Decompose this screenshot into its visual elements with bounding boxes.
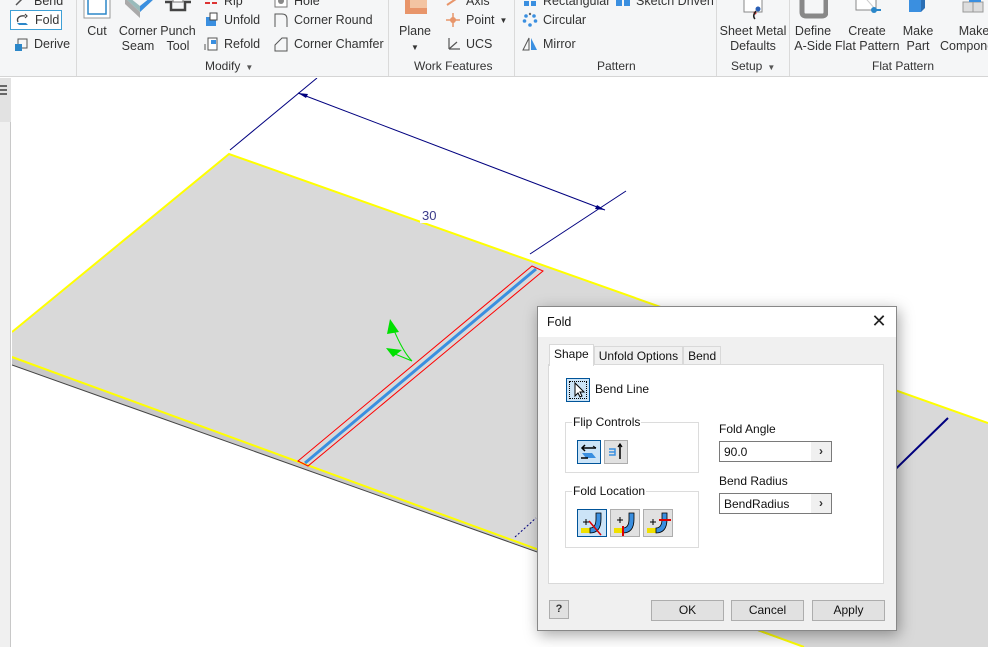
- define-a-side-icon: [798, 0, 829, 22]
- bend-line-select-button[interactable]: [566, 378, 590, 402]
- bend-radius-label: Bend Radius: [719, 474, 788, 488]
- punch-tool-icon: [163, 0, 193, 22]
- axis-icon: [445, 0, 461, 9]
- flip-side-icon: [580, 444, 597, 459]
- cursor-arrow-icon: [574, 381, 586, 398]
- fold-angle-input[interactable]: 90.0 ›: [719, 441, 832, 462]
- corner-round-button[interactable]: Corner Round: [270, 10, 376, 30]
- fold-location-end-button[interactable]: [643, 509, 673, 537]
- point-icon: [445, 12, 461, 28]
- rectangular-pattern-icon: [522, 0, 538, 9]
- fold-button[interactable]: Fold: [10, 10, 62, 30]
- mirror-icon: [522, 36, 538, 52]
- fold-angle-label: Fold Angle: [719, 422, 776, 436]
- fold-end-icon: [647, 512, 671, 534]
- sketch-driven-pattern-button[interactable]: Sketch Driven: [612, 0, 717, 11]
- flip-side-button[interactable]: [577, 440, 601, 464]
- dialog-titlebar[interactable]: Fold ✕: [538, 307, 896, 337]
- sketch-driven-icon: [615, 0, 631, 9]
- cut-button[interactable]: Cut: [80, 0, 114, 58]
- circular-pattern-icon: [522, 12, 538, 28]
- create-flat-pattern-icon: [852, 0, 882, 22]
- ucs-button[interactable]: UCS: [442, 34, 495, 54]
- panel-divider: [514, 0, 515, 76]
- shape-tab-panel: Bend Line Flip Controls Fold Location Fo…: [548, 364, 884, 584]
- fold-location-start-button[interactable]: [610, 509, 640, 537]
- plane-icon: [400, 0, 430, 22]
- corner-round-icon: [273, 12, 289, 28]
- dialog-tabs: Shape Unfold Options Bend: [549, 344, 722, 366]
- help-icon: ?: [555, 603, 563, 615]
- bend-icon: [13, 0, 29, 9]
- corner-chamfer-icon: [273, 36, 289, 52]
- point-button[interactable]: Point ▼: [442, 10, 510, 30]
- unfold-icon: [203, 12, 219, 28]
- make-components-button[interactable]: MakeComponents: [940, 0, 988, 58]
- help-button[interactable]: ?: [549, 600, 569, 619]
- make-part-button[interactable]: Make Part: [900, 0, 936, 58]
- close-button[interactable]: ✕: [870, 312, 888, 330]
- browser-dock[interactable]: [0, 78, 11, 647]
- ucs-icon: [445, 36, 461, 52]
- plane-button[interactable]: Plane ▼: [395, 0, 435, 58]
- cut-icon: [82, 0, 112, 22]
- fold-centerline-icon: [581, 512, 602, 536]
- flat-pattern-panel-title: Flat Pattern: [872, 59, 935, 73]
- ribbon: Bend Fold Derive Cut Corner Seam Punch Too…: [0, 0, 988, 77]
- corner-seam-icon: [123, 0, 153, 22]
- corner-seam-button[interactable]: Corner Seam: [117, 0, 159, 58]
- cancel-button[interactable]: Cancel: [731, 600, 804, 621]
- inventor-window: Bend Fold Derive Cut Corner Seam Punch Too…: [0, 0, 988, 647]
- sheet-metal-defaults-icon: [738, 0, 768, 22]
- define-a-side-button[interactable]: Define A-Side: [792, 0, 834, 58]
- tab-shape[interactable]: Shape: [549, 344, 594, 366]
- bend-radius-input[interactable]: BendRadius ›: [719, 493, 832, 514]
- panel-divider: [388, 0, 389, 76]
- corner-chamfer-button[interactable]: Corner Chamfer: [270, 34, 387, 54]
- tab-bend[interactable]: Bend: [683, 346, 722, 366]
- pattern-panel-title: Pattern: [597, 59, 636, 73]
- refold-icon: [203, 36, 219, 52]
- rip-icon: [203, 0, 219, 9]
- tab-unfold-options[interactable]: Unfold Options: [593, 346, 684, 366]
- unfold-button[interactable]: Unfold: [200, 10, 263, 30]
- make-part-icon: [903, 0, 933, 22]
- hole-icon: [273, 0, 289, 9]
- mirror-button[interactable]: Mirror: [519, 34, 579, 54]
- setup-panel-title[interactable]: Setup ▼: [731, 59, 775, 73]
- panel-divider: [789, 0, 790, 76]
- ok-button[interactable]: OK: [651, 600, 724, 621]
- close-icon: ✕: [871, 311, 887, 331]
- punch-tool-button[interactable]: Punch Tool: [159, 0, 197, 58]
- fold-location-centerline-button[interactable]: [577, 509, 607, 537]
- browser-dock-tab[interactable]: [0, 78, 11, 122]
- dimension-value[interactable]: 30: [420, 208, 439, 223]
- bend-line-label: Bend Line: [595, 382, 650, 396]
- fold-dialog: Fold ✕ Shape Unfold Options Bend Bend Li…: [537, 306, 897, 631]
- fold-start-icon: [614, 512, 635, 536]
- apply-button[interactable]: Apply: [812, 600, 885, 621]
- work-features-panel-title: Work Features: [414, 59, 493, 73]
- create-flat-pattern-button[interactable]: Create Flat Pattern: [835, 0, 900, 58]
- make-components-icon: [959, 0, 988, 22]
- panel-divider: [716, 0, 717, 76]
- flip-direction-button[interactable]: [604, 440, 628, 464]
- refold-button[interactable]: Refold: [200, 34, 263, 54]
- derive-icon: [13, 36, 29, 52]
- derive-button[interactable]: Derive: [10, 34, 73, 54]
- fold-icon: [14, 12, 30, 28]
- sheet-metal-defaults-button[interactable]: Sheet Metal Defaults: [719, 0, 787, 58]
- dialog-title: Fold: [547, 315, 572, 329]
- menu-icon: [0, 85, 7, 95]
- bend-radius-expand-button[interactable]: ›: [811, 494, 831, 513]
- circular-pattern-button[interactable]: Circular: [519, 10, 589, 30]
- modify-panel-title[interactable]: Modify ▼: [205, 59, 253, 73]
- fold-angle-expand-button[interactable]: ›: [811, 442, 831, 461]
- flip-direction-icon: [609, 442, 623, 459]
- panel-divider: [76, 0, 77, 76]
